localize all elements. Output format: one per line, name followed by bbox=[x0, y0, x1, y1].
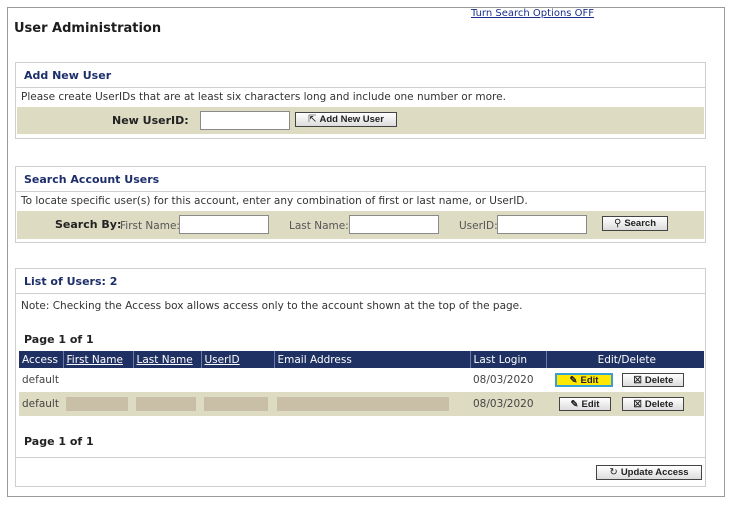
add-new-user-heading: Add New User bbox=[16, 63, 705, 88]
access-note: Note: Checking the Access box allows acc… bbox=[21, 300, 523, 312]
search-band: Search By: First Name: Last Name: UserID… bbox=[17, 211, 704, 239]
userid-cell bbox=[201, 392, 274, 416]
userid-search-input[interactable] bbox=[497, 215, 587, 234]
redacted-email bbox=[277, 397, 449, 411]
last-name-label: Last Name: bbox=[289, 220, 349, 232]
redacted-first-name bbox=[66, 397, 128, 411]
delete-button[interactable]: ☒ Delete bbox=[622, 397, 685, 411]
first-name-cell bbox=[63, 392, 133, 416]
update-access-row: ↻ Update Access bbox=[16, 457, 705, 486]
first-name-input[interactable] bbox=[179, 215, 269, 234]
pager-bottom: Page 1 of 1 bbox=[24, 435, 94, 448]
col-email: Email Address bbox=[274, 351, 471, 368]
last-name-cell bbox=[133, 392, 201, 416]
access-cell: default bbox=[19, 392, 63, 416]
last-login-cell: 08/03/2020 bbox=[473, 374, 534, 386]
sort-userid-link[interactable]: UserID bbox=[205, 354, 240, 366]
col-access: Access bbox=[19, 351, 64, 368]
search-users-heading: Search Account Users bbox=[16, 167, 705, 192]
redacted-last-name bbox=[136, 397, 196, 411]
last-name-cell bbox=[133, 368, 201, 392]
first-name-label: First Name: bbox=[120, 220, 180, 232]
last-name-input[interactable] bbox=[349, 215, 439, 234]
pencil-icon: ✎ bbox=[570, 398, 579, 410]
list-of-users-section: List of Users: 2 Note: Checking the Acce… bbox=[15, 268, 706, 487]
redacted-userid bbox=[204, 397, 268, 411]
pencil-icon: ✎ bbox=[569, 374, 578, 386]
pager-top: Page 1 of 1 bbox=[24, 333, 94, 346]
list-of-users-heading: List of Users: 2 bbox=[16, 269, 705, 294]
col-first-name-sort[interactable]: First Name bbox=[63, 351, 134, 368]
x-box-icon: ☒ bbox=[633, 374, 642, 386]
actions-cell: ✎ Edit ☒ Delete bbox=[546, 392, 704, 416]
sort-last-name-link[interactable]: Last Name bbox=[137, 354, 193, 366]
x-box-icon: ☒ bbox=[633, 398, 642, 410]
col-edit-delete: Edit/Delete bbox=[546, 351, 704, 368]
email-cell bbox=[274, 392, 470, 416]
users-table: Access First Name Last Name UserID Email… bbox=[19, 351, 704, 416]
turn-search-options-off-link[interactable]: Turn Search Options OFF bbox=[471, 8, 594, 19]
update-access-button[interactable]: ↻ Update Access bbox=[596, 465, 702, 480]
table-row: default 08/03/2020 ✎ Edit ☒ Delete bbox=[19, 368, 704, 392]
col-last-name-sort[interactable]: Last Name bbox=[133, 351, 202, 368]
new-userid-label: New UserID: bbox=[112, 114, 189, 127]
table-row: default 08/03/2020 ✎ Edit ☒ Delete bbox=[19, 392, 704, 416]
userid-label: UserID: bbox=[459, 220, 498, 232]
sort-first-name-link[interactable]: First Name bbox=[67, 354, 123, 366]
edit-button[interactable]: ✎ Edit bbox=[555, 373, 613, 387]
search-by-label: Search By: bbox=[55, 218, 122, 231]
add-user-band: New UserID: ⇱ Add New User bbox=[17, 107, 704, 134]
search-account-users-section: Search Account Users To locate specific … bbox=[15, 166, 706, 243]
email-cell bbox=[274, 368, 470, 392]
search-instructions-note: To locate specific user(s) for this acco… bbox=[21, 195, 528, 207]
update-icon: ↻ bbox=[609, 467, 618, 478]
table-header-row: Access First Name Last Name UserID Email… bbox=[19, 351, 704, 368]
userid-cell bbox=[201, 368, 274, 392]
col-last-login: Last Login bbox=[470, 351, 547, 368]
actions-cell: ✎ Edit ☒ Delete bbox=[546, 368, 704, 392]
magnifier-icon: ⚲ bbox=[613, 218, 622, 229]
new-userid-input[interactable] bbox=[200, 111, 290, 130]
col-userid-sort[interactable]: UserID bbox=[201, 351, 275, 368]
page-title: User Administration bbox=[14, 21, 162, 36]
add-new-user-section: Add New User Please create UserIDs that … bbox=[15, 62, 706, 139]
access-cell: default bbox=[22, 374, 59, 386]
first-name-cell bbox=[63, 368, 133, 392]
edit-button[interactable]: ✎ Edit bbox=[559, 397, 611, 411]
delete-button[interactable]: ☒ Delete bbox=[622, 373, 685, 387]
userid-requirements-note: Please create UserIDs that are at least … bbox=[21, 91, 506, 103]
add-new-user-button[interactable]: ⇱ Add New User bbox=[295, 112, 397, 127]
search-button[interactable]: ⚲ Search bbox=[602, 216, 668, 231]
last-login-cell: 08/03/2020 bbox=[470, 392, 546, 416]
add-user-icon: ⇱ bbox=[308, 114, 317, 125]
